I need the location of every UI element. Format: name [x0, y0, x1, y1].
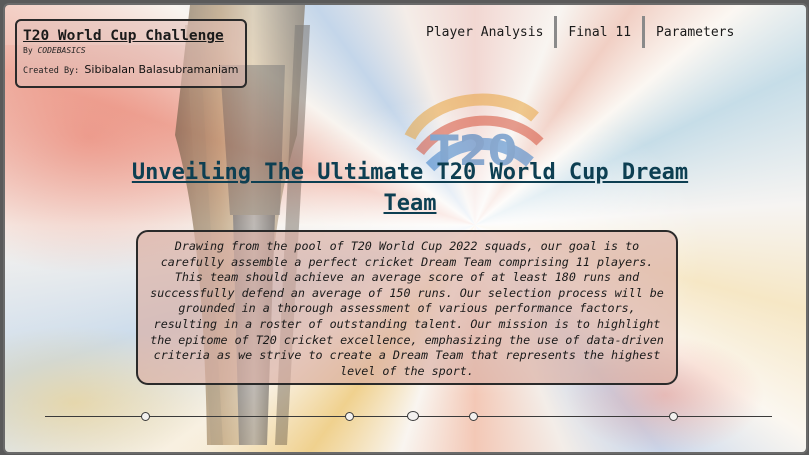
page-headline: Unveiling The Ultimate T20 World Cup Dre…: [131, 160, 689, 216]
slider-step-1[interactable]: [141, 412, 150, 421]
nav-parameters[interactable]: Parameters: [650, 25, 740, 40]
slider-step-2[interactable]: [345, 412, 354, 421]
nav-player-analysis[interactable]: Player Analysis: [420, 25, 549, 40]
nav-final-11[interactable]: Final 11: [562, 25, 637, 40]
created-by-line: Created By: Sibibalan Balasubramaniam: [23, 63, 238, 76]
description-card: Drawing from the pool of T20 World Cup 2…: [136, 230, 678, 385]
top-nav: Player Analysis Final 11 Parameters: [420, 15, 740, 49]
nav-divider: [554, 16, 558, 48]
title-card: T20 World Cup Challenge By CODEBASICS Cr…: [15, 19, 247, 88]
author-name: Sibibalan Balasubramaniam: [84, 63, 239, 76]
slider-step-4[interactable]: [469, 412, 478, 421]
description-text: Drawing from the pool of T20 World Cup 2…: [150, 239, 664, 378]
page-frame: T20 T20 World Cup Challenge By CODEBASIC…: [3, 3, 808, 454]
created-label: Created By:: [23, 66, 85, 76]
by-value: CODEBASICS: [37, 46, 86, 55]
app-title: T20 World Cup Challenge: [23, 28, 224, 44]
by-label: By: [23, 46, 38, 55]
slider-step-3-selected[interactable]: [407, 411, 419, 421]
by-line: By CODEBASICS: [23, 46, 86, 55]
nav-divider: [642, 16, 646, 48]
slider-step-5[interactable]: [669, 412, 678, 421]
page-slider[interactable]: [45, 410, 772, 424]
